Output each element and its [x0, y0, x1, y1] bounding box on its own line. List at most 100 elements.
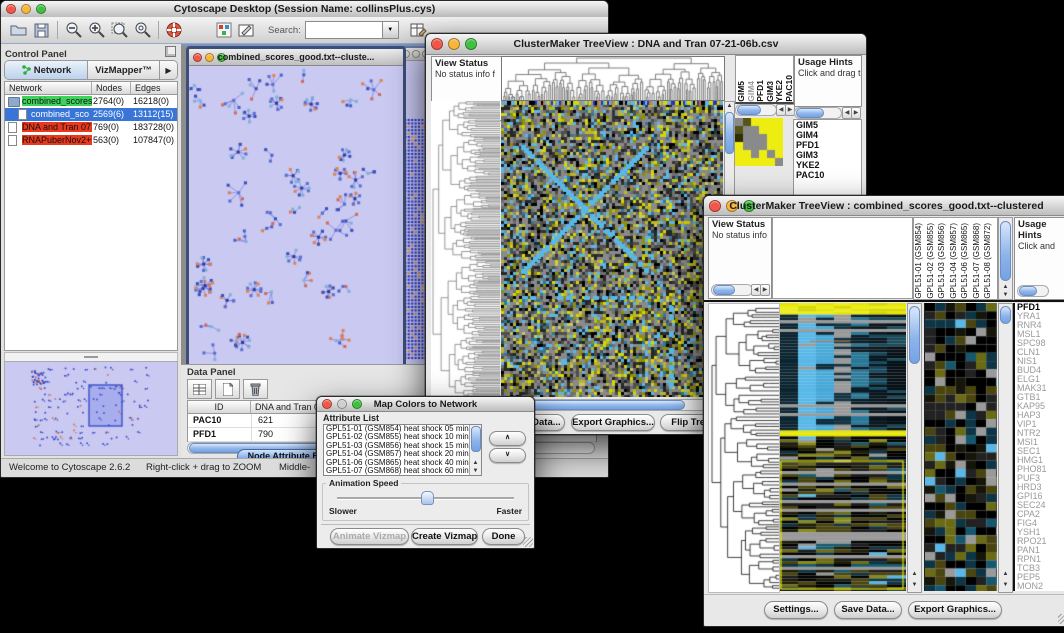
- annotation-icon[interactable]: [235, 20, 258, 41]
- vizmapper-icon[interactable]: [212, 20, 235, 41]
- gene-label[interactable]: CLN1: [1015, 348, 1064, 357]
- gene-label[interactable]: PFD1: [1015, 303, 1064, 312]
- scroll-down-icon[interactable]: ▼: [999, 582, 1012, 589]
- gene-label[interactable]: GIM3: [794, 150, 861, 160]
- scrollbar-thumb[interactable]: [1019, 286, 1037, 296]
- dialog-titlebar[interactable]: Map Colors to Network: [317, 397, 534, 412]
- heatmap-canvas[interactable]: [780, 303, 906, 591]
- heatmap-canvas[interactable]: [501, 101, 723, 397]
- scroll-right-icon[interactable]: ▶: [851, 107, 861, 119]
- attribute-item[interactable]: GPL51-04 (GSM857) heat shock 20 min: [324, 450, 470, 458]
- similarity-matrix-canvas[interactable]: [735, 118, 783, 166]
- gene-label[interactable]: YSH1: [1015, 528, 1064, 537]
- column-label[interactable]: YKE2: [774, 80, 784, 102]
- column-header-edges[interactable]: Edges: [131, 82, 177, 95]
- attribute-item[interactable]: GPL51-03 (GSM856) heat shock 15 min: [324, 442, 470, 450]
- tab-network[interactable]: Network: [5, 61, 88, 79]
- column-label[interactable]: GPL51-04 (GSM857): [949, 223, 961, 299]
- scrollbar-thumb[interactable]: [725, 112, 734, 154]
- gene-label[interactable]: MSI1: [1015, 438, 1064, 447]
- scrollbar-thumb[interactable]: [471, 426, 481, 452]
- column-label[interactable]: GPL51-07 (GSM868): [972, 223, 984, 299]
- view-status-scrollbar[interactable]: [711, 284, 753, 296]
- gene-label[interactable]: RPO21: [1015, 537, 1064, 546]
- minimize-icon[interactable]: [412, 50, 420, 58]
- network-graph-canvas[interactable]: [189, 66, 397, 365]
- create-attribute-button[interactable]: [215, 379, 240, 399]
- usage-hscrollbar[interactable]: [794, 107, 842, 119]
- column-dendrogram-space[interactable]: [772, 217, 913, 299]
- column-label[interactable]: PFD1: [755, 80, 765, 102]
- labels-hscrollbar[interactable]: [735, 104, 777, 116]
- column-label[interactable]: GPL51-02 (GSM855): [926, 223, 938, 299]
- scroll-down-icon[interactable]: ▼: [908, 582, 921, 589]
- gene-label[interactable]: MAK31: [1015, 384, 1064, 393]
- network-overview-canvas[interactable]: [4, 361, 178, 456]
- selected-cluster-heatmap-canvas[interactable]: [924, 303, 997, 591]
- resize-grip[interactable]: [523, 537, 533, 547]
- resize-grip[interactable]: [1058, 614, 1064, 624]
- treeview1-titlebar[interactable]: ClusterMaker TreeView : DNA and Tran 07-…: [426, 34, 866, 55]
- save-button[interactable]: [30, 20, 53, 41]
- gene-label[interactable]: VIP1: [1015, 420, 1064, 429]
- gene-label[interactable]: YKE2: [794, 160, 861, 170]
- gene-label[interactable]: RPN1: [1015, 555, 1064, 564]
- delete-attribute-button[interactable]: [243, 379, 268, 399]
- gene-label[interactable]: FIG4: [1015, 519, 1064, 528]
- move-down-button[interactable]: ∨: [489, 448, 526, 463]
- row-dendrogram-canvas[interactable]: [708, 303, 780, 593]
- labels-vscrollbar[interactable]: ▲ ▼: [998, 217, 1013, 300]
- select-attributes-button[interactable]: [187, 379, 212, 399]
- help-icon[interactable]: [163, 20, 186, 41]
- scroll-right-icon[interactable]: ▶: [760, 284, 770, 296]
- scrollbar-thumb[interactable]: [1000, 306, 1011, 324]
- scroll-up-icon[interactable]: ▲: [470, 460, 481, 467]
- gene-label[interactable]: PAN1: [1015, 546, 1064, 555]
- gene-label[interactable]: TCB3: [1015, 564, 1064, 573]
- scrollbar-thumb[interactable]: [713, 285, 735, 295]
- gene-label[interactable]: PEP5: [1015, 573, 1064, 582]
- list-vscrollbar[interactable]: ▲ ▼: [469, 425, 481, 475]
- column-header-network[interactable]: Network: [5, 82, 92, 95]
- done-button[interactable]: Done: [482, 528, 525, 545]
- zoom-fit-button[interactable]: [108, 20, 131, 41]
- search-dropdown-button[interactable]: ▼: [383, 21, 399, 39]
- gene-label[interactable]: PAC10: [794, 170, 861, 180]
- export-graphics-button[interactable]: Export Graphics...: [571, 414, 655, 431]
- gene-label[interactable]: HMG1: [1015, 456, 1064, 465]
- scrollbar-thumb[interactable]: [737, 105, 761, 115]
- scroll-up-icon[interactable]: ▲: [725, 103, 734, 110]
- gene-label[interactable]: HAP3: [1015, 411, 1064, 420]
- column-header-nodes[interactable]: Nodes: [92, 82, 131, 95]
- network-tree-row[interactable]: combined_scores 2764(0) 16218(0): [5, 95, 177, 108]
- gene-label[interactable]: YRA1: [1015, 312, 1064, 321]
- tab-overflow-arrow[interactable]: ▶: [160, 61, 177, 79]
- gene-label[interactable]: SEC1: [1015, 447, 1064, 456]
- gene-label[interactable]: MSL1: [1015, 330, 1064, 339]
- gene-label[interactable]: CPA2: [1015, 510, 1064, 519]
- slider-thumb[interactable]: [421, 491, 434, 505]
- gene-label[interactable]: GPI16: [1015, 492, 1064, 501]
- gene-label[interactable]: PHO81: [1015, 465, 1064, 474]
- attribute-listbox[interactable]: GPL51-01 (GSM854) heat shock 05 minGPL51…: [323, 424, 482, 476]
- column-label[interactable]: GIM5: [736, 81, 746, 102]
- tab-vizmapper[interactable]: VizMapper™: [88, 61, 160, 79]
- gene-label[interactable]: MON2: [1015, 582, 1064, 591]
- animate-vizmap-button[interactable]: Animate Vizmap: [330, 528, 409, 545]
- scrollbar-thumb[interactable]: [1000, 221, 1011, 281]
- move-up-button[interactable]: ∧: [489, 431, 526, 446]
- row-dendrogram-canvas[interactable]: [431, 101, 500, 397]
- gene-label[interactable]: PUF3: [1015, 474, 1064, 483]
- network-view-titlebar[interactable]: combined_scores_good.txt--cluste...: [189, 49, 403, 66]
- network-tree-row[interactable]: DNA and Tran 07 769(0) 183728(0): [5, 121, 177, 134]
- float-panel-icon[interactable]: [165, 46, 176, 57]
- gene-label[interactable]: NTR2: [1015, 429, 1064, 438]
- gene-label[interactable]: GTB1: [1015, 393, 1064, 402]
- attribute-item[interactable]: GPL51-06 (GSM865) heat shock 40 min: [324, 459, 470, 467]
- scrollbar-thumb[interactable]: [909, 306, 920, 364]
- column-label[interactable]: PAC10: [784, 75, 794, 102]
- treeview2-titlebar[interactable]: ClusterMaker TreeView : combined_scores_…: [704, 196, 1064, 216]
- column-label[interactable]: GPL51-06 (GSM865): [960, 223, 972, 299]
- gene-label[interactable]: GIM5: [794, 120, 861, 130]
- scroll-down-icon[interactable]: ▼: [999, 292, 1012, 299]
